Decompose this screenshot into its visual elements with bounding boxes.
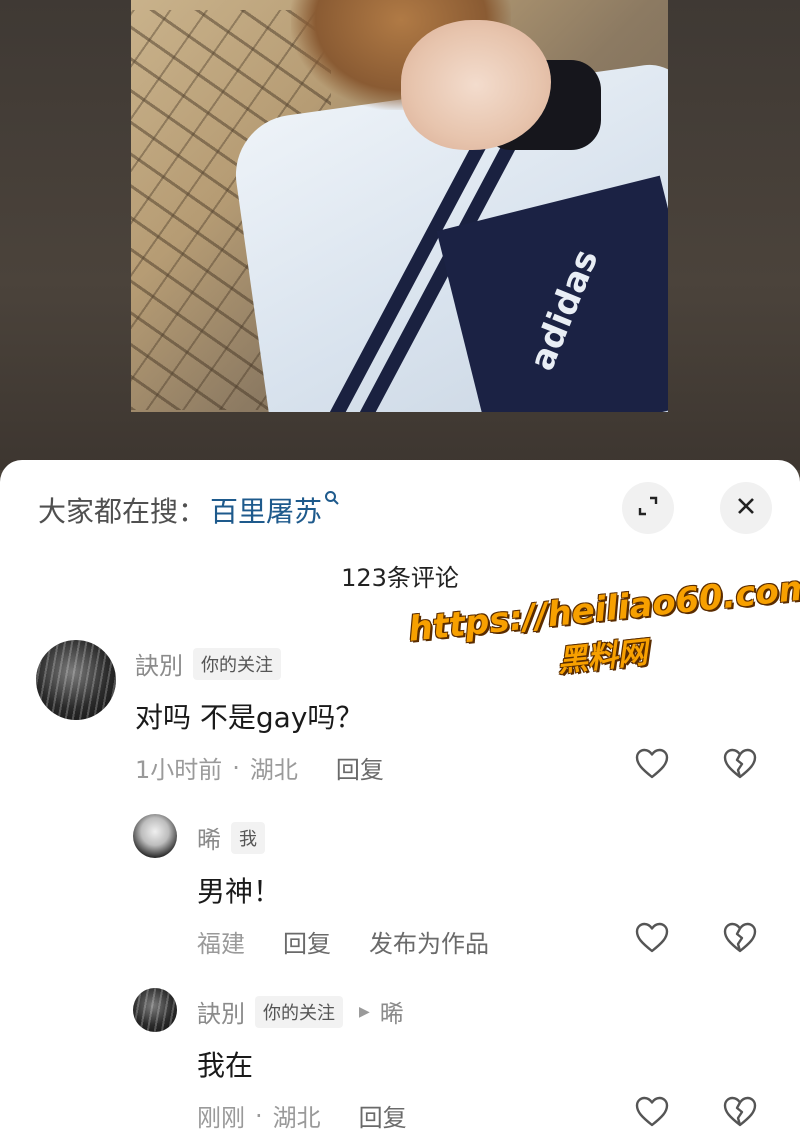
expand-button[interactable] xyxy=(622,482,674,534)
comment-username[interactable]: 訣別 xyxy=(135,646,183,681)
comment-header: 訣別 你的关注 xyxy=(135,646,281,681)
broken-heart-icon[interactable] xyxy=(722,920,758,956)
search-icon xyxy=(324,490,340,511)
trending-search[interactable]: 大家都在搜： 百里屠苏 xyxy=(38,490,340,530)
reply-header: 訣別 你的关注 ▶ 晞 xyxy=(197,994,404,1029)
reply-to-username[interactable]: 晞 xyxy=(380,994,404,1029)
reply-to-arrow-icon: ▶ xyxy=(359,1003,370,1020)
meta-separator: · xyxy=(255,1101,263,1130)
close-button[interactable] xyxy=(720,482,772,534)
close-icon xyxy=(735,495,757,521)
reply-username[interactable]: 訣別 xyxy=(197,994,245,1029)
comment-meta: 1小时前 · 湖北 回复 xyxy=(135,750,384,785)
reply-text[interactable]: 我在 xyxy=(197,1044,253,1084)
reply-button[interactable]: 回复 xyxy=(359,1098,407,1133)
heart-icon[interactable] xyxy=(634,920,670,956)
following-badge: 你的关注 xyxy=(193,647,281,680)
following-badge: 你的关注 xyxy=(255,995,343,1028)
reply-username[interactable]: 晞 xyxy=(197,820,221,855)
reply-location: 福建 xyxy=(197,930,245,958)
comment-text[interactable]: 对吗 不是gay吗？ xyxy=(135,696,363,736)
reply-button[interactable]: 回复 xyxy=(336,750,384,785)
trending-search-prefix: 大家都在搜： xyxy=(38,495,207,528)
meta-separator: · xyxy=(232,753,240,782)
post-image[interactable]: adidas xyxy=(131,0,668,412)
comment-location: 湖北 xyxy=(249,756,298,784)
broken-heart-icon[interactable] xyxy=(722,746,758,782)
publish-as-work-button[interactable]: 发布为作品 xyxy=(369,924,489,959)
trending-search-query[interactable]: 百里屠苏 xyxy=(210,490,322,530)
heart-icon[interactable] xyxy=(634,746,670,782)
broken-heart-icon[interactable] xyxy=(722,1094,758,1130)
avatar[interactable] xyxy=(36,640,116,720)
reply-time: 刚刚 xyxy=(197,1104,245,1132)
comment-sheet: 大家都在搜： 百里屠苏 123条评论 訣別 你的关注 对吗 不是gay吗？ 1小… xyxy=(0,460,800,1144)
avatar[interactable] xyxy=(133,988,177,1032)
reply-text[interactable]: 男神！ xyxy=(197,870,281,910)
reply-meta: 刚刚 · 湖北 回复 xyxy=(197,1098,407,1133)
reply-header: 晞 我 xyxy=(197,820,265,855)
reply-button[interactable]: 回复 xyxy=(283,924,331,959)
avatar[interactable] xyxy=(133,814,177,858)
self-badge: 我 xyxy=(231,821,265,854)
reply-location: 湖北 xyxy=(272,1104,321,1132)
reply-meta: 福建 回复 发布为作品 xyxy=(197,924,489,959)
comment-count: 123条评论 xyxy=(341,564,459,592)
comment-time: 1小时前 xyxy=(135,756,223,784)
heart-icon[interactable] xyxy=(634,1094,670,1130)
expand-icon xyxy=(636,494,660,522)
